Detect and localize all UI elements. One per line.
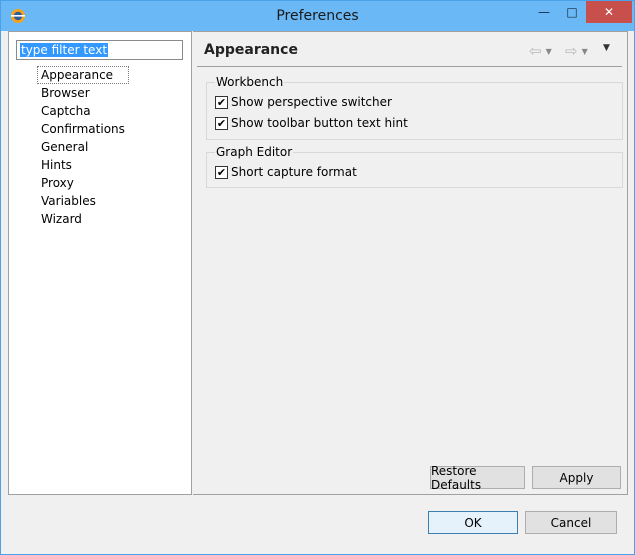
tree-item-general[interactable]: General [37, 138, 129, 156]
workbench-group: Workbench ✔ Show perspective switcher ✔ … [206, 74, 623, 140]
back-nav[interactable]: ⇦ ▼ [529, 42, 552, 60]
ok-button[interactable]: OK [428, 511, 518, 534]
group-label-workbench: Workbench [215, 74, 285, 90]
maximize-button[interactable]: □ [558, 1, 586, 23]
filter-input[interactable]: type filter text [16, 40, 183, 60]
option-label: Show perspective switcher [231, 95, 392, 109]
close-button[interactable]: ✕ [586, 1, 632, 23]
category-tree: Appearance Browser Captcha Confirmations… [37, 66, 129, 228]
restore-defaults-button[interactable]: Restore Defaults [430, 464, 525, 492]
group-label-graph-editor: Graph Editor [215, 144, 294, 160]
show-perspective-switcher-option[interactable]: ✔ Show perspective switcher [215, 95, 392, 109]
show-perspective-switcher-checkbox[interactable]: ✔ [215, 95, 228, 109]
close-icon: ✕ [603, 5, 615, 19]
header-divider [197, 66, 622, 67]
forward-arrow-icon[interactable]: ⇨ [565, 42, 578, 60]
settings-pane: Appearance ⇦ ▼ ⇨ ▼ ▼ Workbench ✔ Show pe… [193, 31, 628, 495]
show-toolbar-hint-checkbox[interactable]: ✔ [215, 116, 228, 130]
apply-button[interactable]: Apply [532, 466, 621, 489]
check-icon: ✔ [216, 116, 227, 130]
back-dropdown-icon[interactable]: ▼ [546, 47, 552, 56]
forward-dropdown-icon[interactable]: ▼ [582, 47, 588, 56]
check-icon: ✔ [216, 95, 227, 109]
minimize-icon: — [538, 5, 550, 19]
cancel-button[interactable]: Cancel [525, 511, 617, 534]
tree-item-confirmations[interactable]: Confirmations [37, 120, 129, 138]
short-capture-format-option[interactable]: ✔ Short capture format [215, 165, 357, 179]
forward-nav[interactable]: ⇨ ▼ [565, 42, 588, 60]
title-bar[interactable]: Preferences — □ ✕ [1, 1, 634, 31]
tree-item-proxy[interactable]: Proxy [37, 174, 129, 192]
dialog-body: type filter text Appearance Browser Capt… [8, 31, 628, 549]
tree-item-wizard[interactable]: Wizard [37, 210, 129, 228]
page-title: Appearance [204, 42, 298, 58]
option-label: Short capture format [231, 165, 357, 179]
preferences-window: Preferences — □ ✕ type filter text Appea… [0, 0, 635, 555]
tree-item-hints[interactable]: Hints [37, 156, 129, 174]
category-pane: type filter text Appearance Browser Capt… [8, 31, 192, 495]
minimize-button[interactable]: — [530, 1, 558, 23]
tree-item-browser[interactable]: Browser [37, 84, 129, 102]
short-capture-format-checkbox[interactable]: ✔ [215, 165, 228, 179]
option-label: Show toolbar button text hint [231, 116, 408, 130]
check-icon: ✔ [216, 165, 227, 179]
tree-item-captcha[interactable]: Captcha [37, 102, 129, 120]
graph-editor-group: Graph Editor ✔ Short capture format [206, 144, 623, 188]
view-menu-icon[interactable]: ▼ [603, 43, 610, 53]
tree-item-variables[interactable]: Variables [37, 192, 129, 210]
show-toolbar-hint-option[interactable]: ✔ Show toolbar button text hint [215, 116, 408, 130]
tree-item-appearance[interactable]: Appearance [37, 66, 129, 84]
maximize-icon: □ [566, 5, 578, 19]
filter-text: type filter text [20, 43, 109, 57]
back-arrow-icon[interactable]: ⇦ [529, 42, 542, 60]
